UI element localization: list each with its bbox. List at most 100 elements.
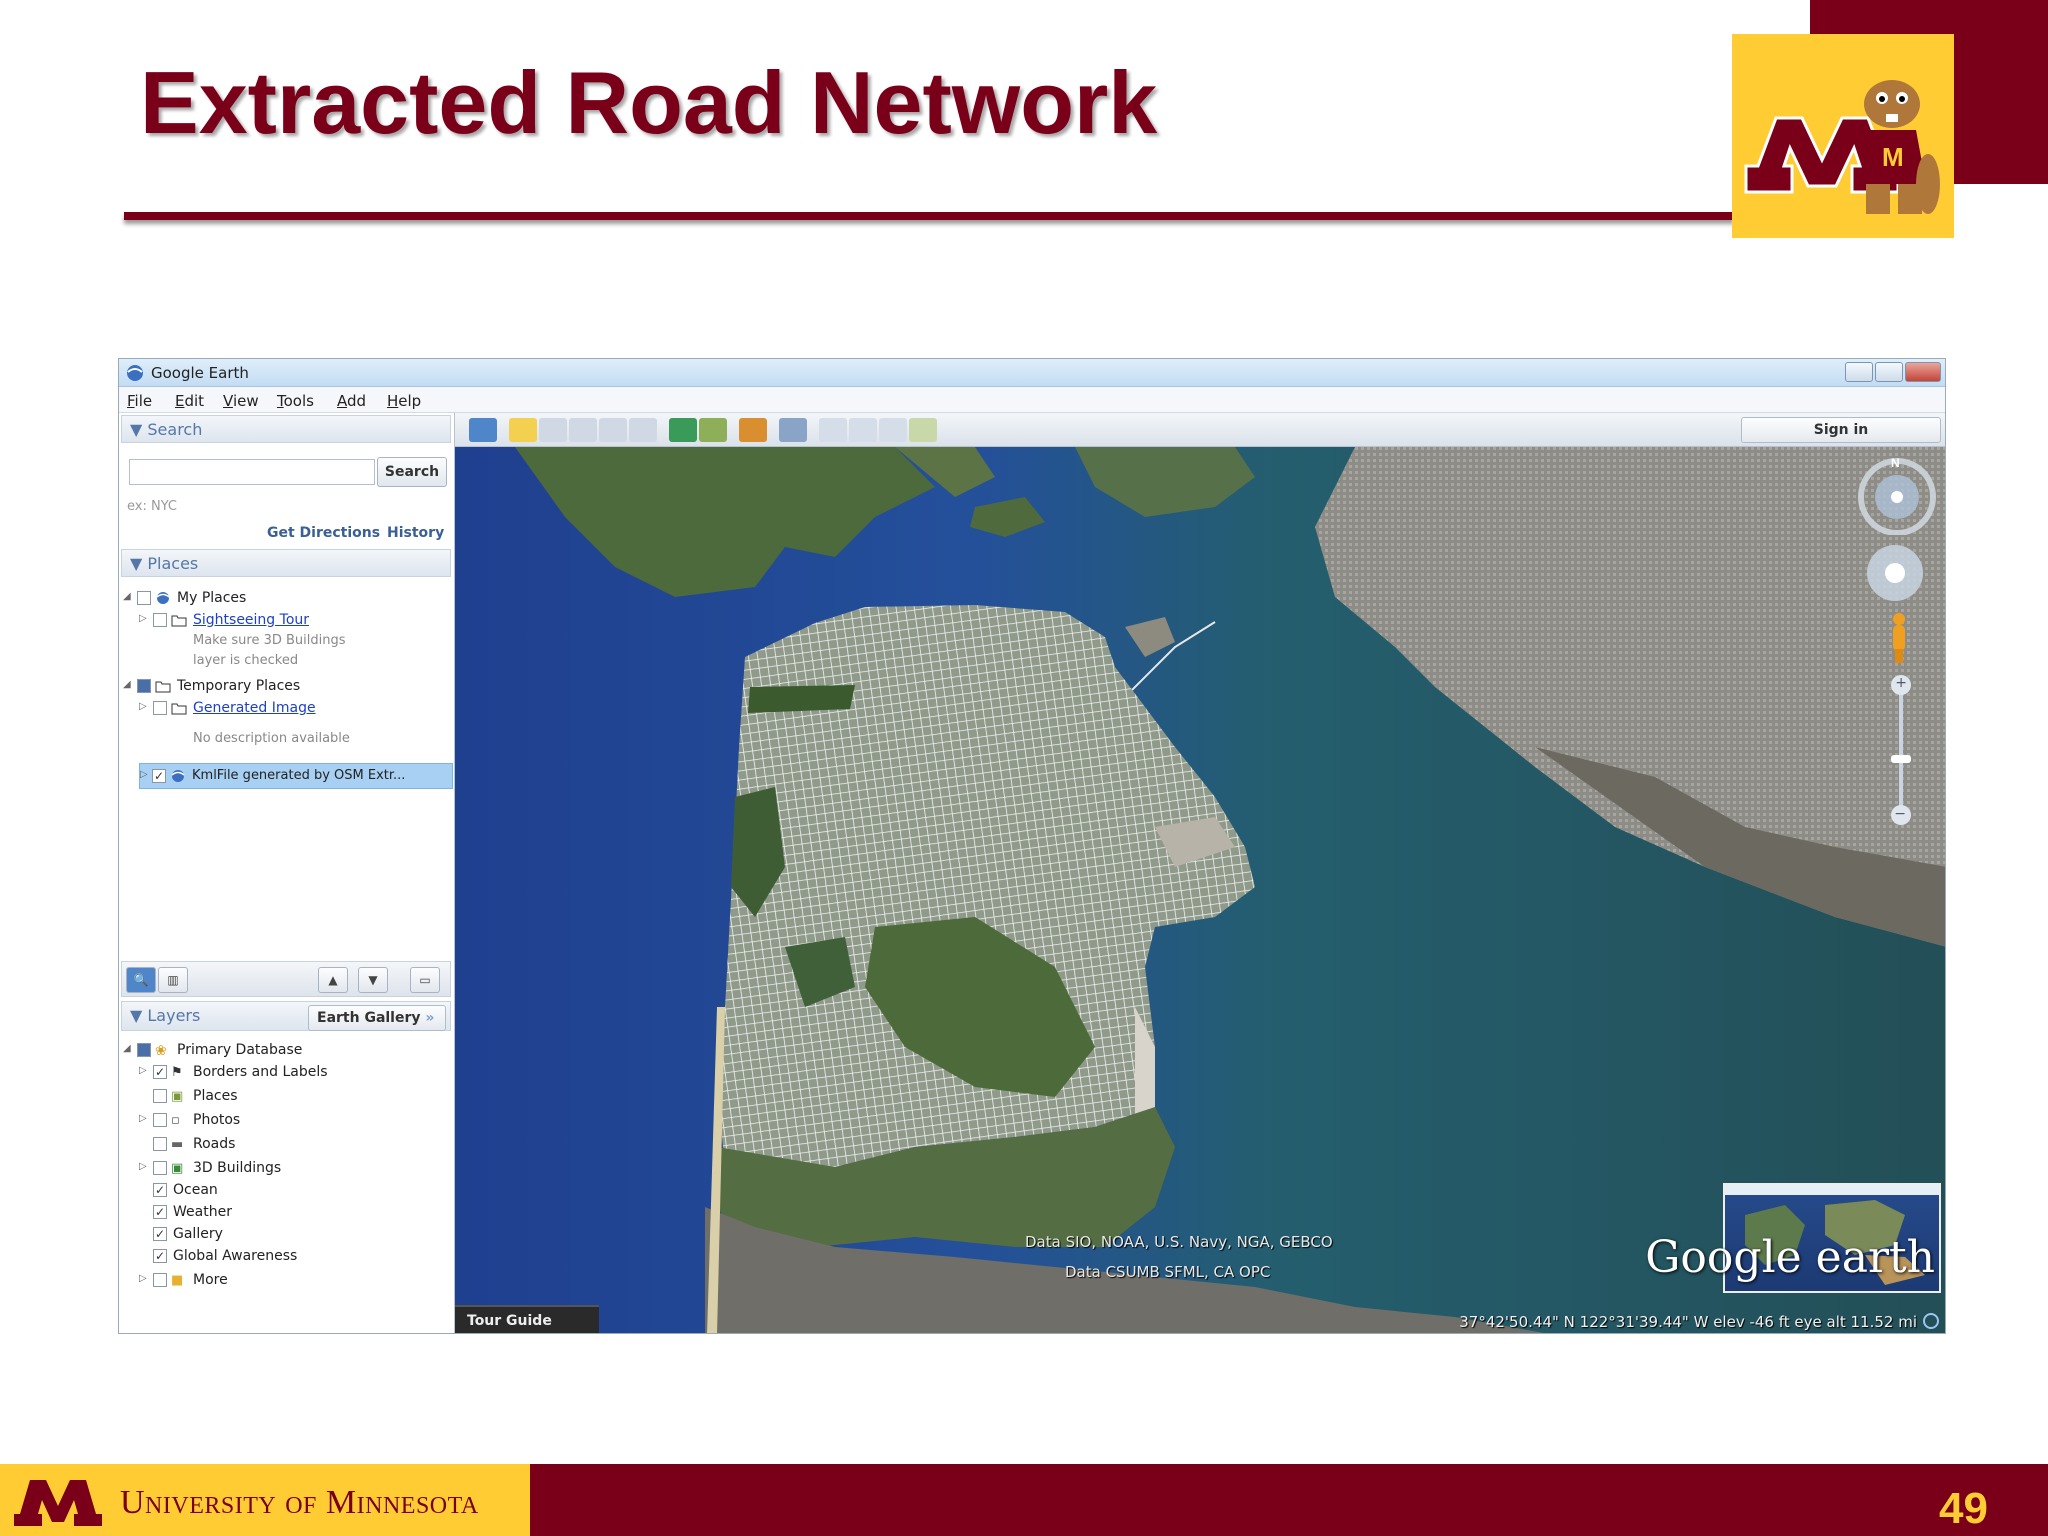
- layer-checkbox[interactable]: [153, 1161, 167, 1175]
- expand-arrow-icon[interactable]: ◢: [123, 679, 131, 690]
- maximize-button[interactable]: [1875, 362, 1903, 382]
- placemark-icon[interactable]: [509, 418, 537, 442]
- places-panel-title: Places: [147, 554, 199, 573]
- places-panel-header[interactable]: ▼ Places: [121, 549, 451, 577]
- expand-arrow-icon[interactable]: ▷: [139, 1113, 147, 1124]
- layer-checkbox[interactable]: [153, 1089, 167, 1103]
- search-input[interactable]: [129, 459, 375, 485]
- panel-mode-button[interactable]: ▥: [158, 967, 188, 993]
- tree-item-primary-database[interactable]: ◢ ❀ Primary Database: [119, 1041, 449, 1061]
- sign-in-button[interactable]: Sign in: [1741, 417, 1941, 443]
- tree-item-sightseeing-tour[interactable]: ▷ Sightseeing Tour: [119, 611, 449, 631]
- earth-gallery-label: Earth Gallery: [317, 1010, 421, 1026]
- tour-guide-button[interactable]: Tour Guide: [455, 1305, 599, 1333]
- kml-file-checkbox[interactable]: ✓: [152, 769, 166, 783]
- layer-item[interactable]: ✓ Global Awareness: [119, 1247, 449, 1267]
- tree-item-temporary-places[interactable]: ◢ Temporary Places: [119, 677, 449, 697]
- tree-item-generated-image[interactable]: ▷ Generated Image: [119, 699, 449, 719]
- zoom-minus-icon[interactable]: −: [1894, 806, 1906, 822]
- layer-item[interactable]: ▷ ■ More: [119, 1271, 449, 1291]
- sunlight-icon[interactable]: [699, 418, 727, 442]
- pegman-icon[interactable]: [1887, 611, 1911, 665]
- university-m-logo: [12, 1474, 104, 1528]
- historical-imagery-icon[interactable]: [669, 418, 697, 442]
- pan-control-icon[interactable]: [1863, 541, 1927, 605]
- expand-arrow-icon[interactable]: ▷: [139, 701, 147, 712]
- earth-map-view[interactable]: N + − Data SIO, NOAA, U.S. Navy, NGA, GE…: [455, 447, 1945, 1333]
- temporary-places-checkbox[interactable]: [137, 679, 151, 693]
- image-overlay-icon[interactable]: [599, 418, 627, 442]
- record-tour-icon[interactable]: [629, 418, 657, 442]
- layer-label: Weather: [173, 1204, 232, 1220]
- search-button[interactable]: Search: [377, 457, 447, 487]
- planet-switch-icon[interactable]: [739, 418, 767, 442]
- expand-arrow-icon[interactable]: ▷: [139, 1161, 147, 1172]
- generated-image-link[interactable]: Generated Image: [193, 700, 316, 716]
- expand-arrow-icon[interactable]: ◢: [123, 591, 131, 602]
- get-directions-link[interactable]: Get Directions: [267, 525, 380, 541]
- layer-item[interactable]: ✓ Weather: [119, 1203, 449, 1223]
- layer-item[interactable]: ✓ Ocean: [119, 1181, 449, 1201]
- path-icon[interactable]: [569, 418, 597, 442]
- map-toolbar: Sign in: [455, 413, 1945, 447]
- menu-file[interactable]: File: [127, 392, 152, 410]
- earth-gallery-button[interactable]: Earth Gallery »: [308, 1005, 446, 1031]
- more-icon: ■: [171, 1273, 184, 1288]
- layer-item[interactable]: ▷ ▣ 3D Buildings: [119, 1159, 449, 1179]
- layer-item[interactable]: ▷ ✓ ⚑ Borders and Labels: [119, 1063, 449, 1083]
- add-folder-button[interactable]: ▭: [410, 967, 440, 993]
- layer-item[interactable]: ▣ Places: [119, 1087, 449, 1107]
- email-icon[interactable]: [819, 418, 847, 442]
- sightseeing-checkbox[interactable]: [153, 613, 167, 627]
- move-up-button[interactable]: ▲: [318, 967, 348, 993]
- minimize-button[interactable]: [1845, 362, 1873, 382]
- expand-arrow-icon[interactable]: ▷: [139, 1065, 147, 1076]
- layer-item[interactable]: ▬ Roads: [119, 1135, 449, 1155]
- generated-image-checkbox[interactable]: [153, 701, 167, 715]
- expand-arrow-icon[interactable]: ▷: [139, 613, 147, 624]
- layer-checkbox[interactable]: ✓: [153, 1065, 167, 1079]
- attribution-line-2: Data CSUMB SFML, CA OPC: [1065, 1263, 1271, 1281]
- move-down-button[interactable]: ▼: [358, 967, 388, 993]
- search-mode-button[interactable]: 🔍: [126, 967, 156, 993]
- layer-checkbox[interactable]: [153, 1273, 167, 1287]
- layer-checkbox[interactable]: ✓: [153, 1205, 167, 1219]
- print-icon[interactable]: [849, 418, 877, 442]
- tree-item-my-places[interactable]: ◢ My Places: [119, 589, 449, 609]
- search-panel-header[interactable]: ▼ Search: [121, 415, 451, 443]
- google-maps-icon[interactable]: [909, 418, 937, 442]
- globe-icon: [156, 592, 170, 604]
- layer-checkbox[interactable]: ✓: [153, 1183, 167, 1197]
- menu-help[interactable]: Help: [387, 392, 421, 410]
- my-places-checkbox[interactable]: [137, 591, 151, 605]
- zoom-plus-icon[interactable]: +: [1895, 675, 1907, 691]
- layer-item[interactable]: ▷ ▫ Photos: [119, 1111, 449, 1131]
- layer-item[interactable]: ✓ Gallery: [119, 1225, 449, 1245]
- menu-tools[interactable]: Tools: [277, 392, 314, 410]
- double-chevron-right-icon: »: [425, 1010, 435, 1026]
- expand-arrow-icon[interactable]: ▷: [139, 1273, 147, 1284]
- sightseeing-tour-link[interactable]: Sightseeing Tour: [193, 612, 309, 628]
- menu-add[interactable]: Add: [337, 392, 366, 410]
- google-earth-window: Google Earth File Edit View Tools Add He…: [118, 358, 1946, 1334]
- sidebar-toggle-icon[interactable]: [469, 418, 497, 442]
- layer-checkbox[interactable]: [153, 1137, 167, 1151]
- kml-file-row[interactable]: ▷ ✓ KmlFile generated by OSM Extr...: [139, 763, 453, 789]
- layer-checkbox[interactable]: [153, 1113, 167, 1127]
- status-bar: 37°42'50.44" N 122°31'39.44" W elev -46 …: [1459, 1313, 1917, 1331]
- layer-checkbox[interactable]: ✓: [153, 1227, 167, 1241]
- expand-arrow-icon[interactable]: ▷: [140, 769, 148, 780]
- close-button[interactable]: [1905, 362, 1941, 382]
- layer-checkbox[interactable]: ✓: [153, 1249, 167, 1263]
- zoom-slider[interactable]: [1889, 675, 1913, 825]
- primary-database-checkbox[interactable]: [137, 1043, 151, 1057]
- save-image-icon[interactable]: [879, 418, 907, 442]
- menu-edit[interactable]: Edit: [175, 392, 204, 410]
- layers-panel-header[interactable]: ▼ Layers Earth Gallery »: [121, 1001, 451, 1031]
- expand-arrow-icon[interactable]: ◢: [123, 1043, 131, 1054]
- ruler-icon[interactable]: [779, 418, 807, 442]
- history-link[interactable]: History: [387, 525, 444, 541]
- polygon-icon[interactable]: [539, 418, 567, 442]
- compass-icon[interactable]: N: [1857, 455, 1937, 535]
- menu-view[interactable]: View: [223, 392, 259, 410]
